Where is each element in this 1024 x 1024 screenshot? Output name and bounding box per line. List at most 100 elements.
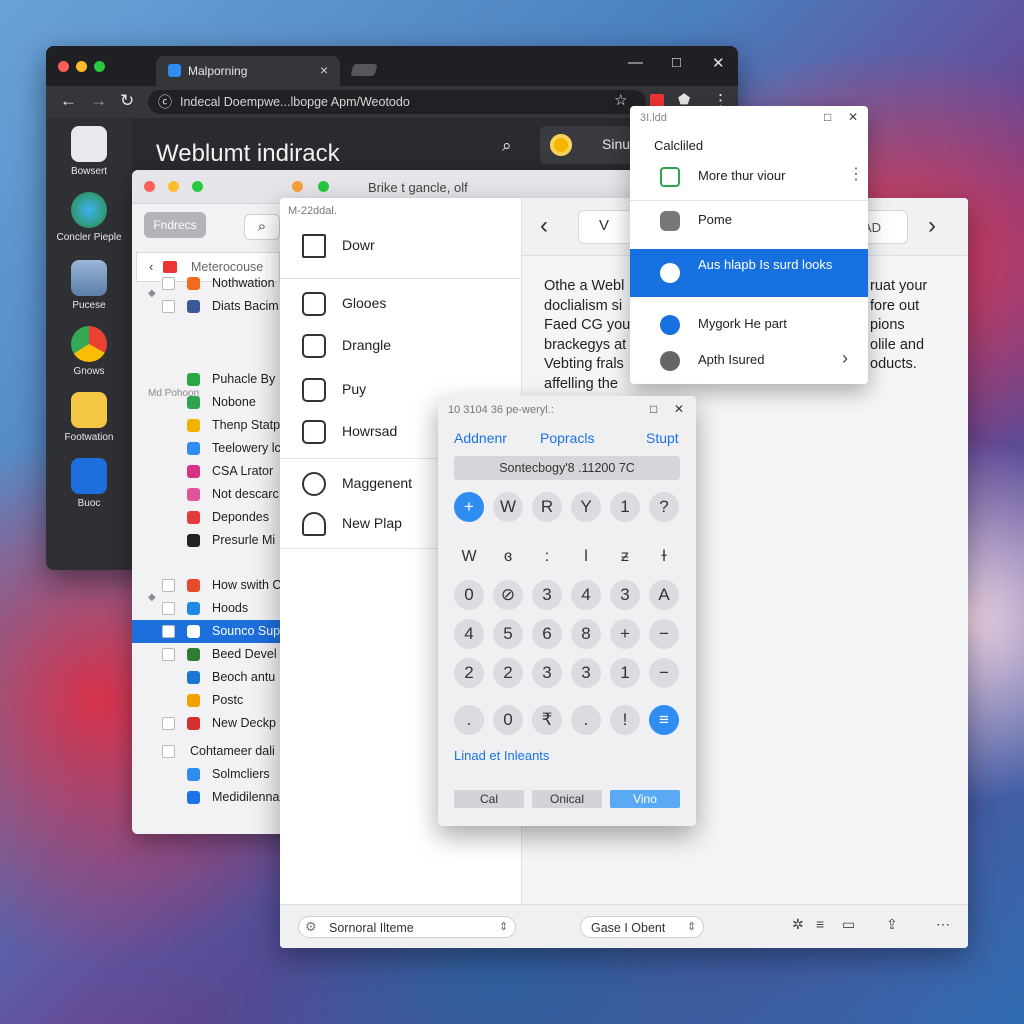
calc-key[interactable]: W (493, 492, 523, 522)
menu-item-dowr[interactable]: Dowr (280, 226, 522, 266)
context-item-pome[interactable]: Pome (630, 198, 868, 242)
search-icon[interactable]: ⌕ (502, 136, 512, 156)
close-window-button[interactable] (144, 181, 155, 192)
calc-key[interactable]: + (610, 619, 640, 649)
dock-item-gnows[interactable]: Gnows (46, 326, 132, 377)
calc-key[interactable]: 6 (532, 619, 562, 649)
zoom-window-button[interactable] (192, 181, 203, 192)
file-row[interactable]: Sounco Supp (132, 620, 287, 643)
file-row[interactable]: Nothwation (132, 272, 280, 295)
calc-key[interactable]: 8 (571, 619, 601, 649)
dock-item-bowsert[interactable]: Bowsert (46, 126, 132, 177)
file-row[interactable]: Diats Bacim (132, 295, 280, 318)
calc-key[interactable]: 1 (610, 492, 640, 522)
minimize-window-button[interactable] (168, 181, 179, 192)
new-tab-button[interactable] (350, 64, 378, 76)
back-arrow-icon[interactable]: ← (60, 91, 77, 111)
calc-key[interactable]: . (571, 705, 601, 735)
tab-popracls[interactable]: Popracls (540, 430, 594, 446)
search-icon[interactable]: ⌕ (244, 214, 280, 240)
file-row[interactable]: Medidilennaroz (132, 786, 297, 809)
file-row[interactable]: Solmcliers (132, 763, 280, 786)
tab-stupt[interactable]: Stupt (646, 430, 679, 446)
calc-key[interactable]: ⊘ (493, 580, 523, 610)
favorites-pill[interactable]: Fndrecs (144, 212, 206, 238)
calc-key[interactable]: W (454, 542, 484, 572)
calc-key[interactable]: 3 (571, 658, 601, 688)
onical-button[interactable]: Onical (532, 790, 602, 808)
minimize-window-button[interactable] (76, 61, 87, 72)
cal-button[interactable]: Cal (454, 790, 524, 808)
file-row[interactable]: New Deckp (132, 712, 280, 735)
browser-tab[interactable]: Malporning × (156, 56, 340, 86)
calc-key[interactable]: ! (610, 705, 640, 735)
kebab-icon[interactable]: ⋮ (848, 164, 864, 184)
segment-left[interactable]: V (599, 217, 609, 234)
calc-key[interactable]: 3 (532, 580, 562, 610)
forward-arrow-icon[interactable]: → (90, 91, 107, 111)
file-row[interactable]: Not descarc (132, 483, 280, 506)
calc-key[interactable]: R (532, 492, 562, 522)
chevron-right-icon[interactable]: › (928, 212, 936, 240)
calc-key[interactable]: 2 (493, 658, 523, 688)
maximize-icon[interactable]: □ (650, 402, 657, 416)
theme-select[interactable]: ⚙ Sornoral Ilteme ⇕ (298, 916, 516, 938)
context-item-apth[interactable]: Apth Isured › (630, 338, 868, 382)
close-icon[interactable]: ✕ (848, 110, 858, 124)
dock-item-pucese[interactable]: Pucese (46, 260, 132, 311)
row-checkbox[interactable] (162, 579, 175, 592)
calc-key[interactable]: 2 (454, 658, 484, 688)
calc-key[interactable]: − (649, 658, 679, 688)
calc-key[interactable]: 3 (532, 658, 562, 688)
vino-button[interactable]: Vino (610, 790, 680, 808)
maximize-icon[interactable]: □ (672, 54, 681, 71)
menu-item-glooes[interactable]: Glooes (280, 284, 522, 324)
calc-key[interactable]: 0 (493, 705, 523, 735)
calc-key[interactable]: ƶ (610, 542, 640, 572)
minimize-icon[interactable]: — (628, 54, 643, 71)
context-item-more[interactable]: More thur viour ⋮ (630, 154, 868, 198)
dock-item-footwation[interactable]: Footwation (46, 392, 132, 443)
reload-icon[interactable]: ↻ (120, 91, 134, 111)
close-icon[interactable]: ✕ (674, 402, 684, 416)
object-select[interactable]: Gase I Obent ⇕ (580, 916, 704, 938)
calculator-link[interactable]: Linad et Inleants (454, 748, 549, 763)
calc-key[interactable]: − (649, 619, 679, 649)
calc-key[interactable]: ₹ (532, 705, 562, 735)
file-row[interactable]: Teelowery lc (132, 437, 281, 460)
calc-key[interactable]: ? (649, 492, 679, 522)
row-checkbox[interactable] (162, 745, 175, 758)
file-row[interactable]: Thenp Statp (132, 414, 280, 437)
context-item-active[interactable]: Aus hlapb Is surd looks (630, 249, 868, 297)
zoom-window-button[interactable] (94, 61, 105, 72)
calc-key[interactable]: Y (571, 492, 601, 522)
row-checkbox[interactable] (162, 625, 175, 638)
calc-key[interactable]: ≡ (649, 705, 679, 735)
calc-key[interactable]: 3 (610, 580, 640, 610)
calc-key[interactable]: ɞ (493, 542, 523, 572)
calc-key[interactable]: 1 (610, 658, 640, 688)
sparkle-icon[interactable]: ✲ (792, 916, 804, 933)
site-info-icon[interactable]: ⓒ (158, 92, 172, 112)
bookmark-star-icon[interactable]: ☆ (614, 91, 627, 109)
calc-key[interactable]: : (532, 542, 562, 572)
row-checkbox[interactable] (162, 300, 175, 313)
tab-close-icon[interactable]: × (320, 62, 328, 78)
dock-item-concler-pieple[interactable]: Concler Pieple (46, 192, 132, 243)
file-row[interactable]: Beed Devel (132, 643, 280, 666)
calc-key[interactable]: . (454, 705, 484, 735)
list-icon[interactable]: ≡ (816, 916, 824, 932)
folder-icon[interactable]: ▭ (842, 916, 855, 933)
file-row[interactable]: Beoch antu (132, 666, 280, 689)
calc-key[interactable]: 4 (454, 619, 484, 649)
file-row[interactable]: CSA Lrator (132, 460, 280, 483)
calc-key[interactable]: ɫ (649, 542, 679, 572)
row-checkbox[interactable] (162, 602, 175, 615)
file-row[interactable]: Presurle Mi (132, 529, 280, 552)
maximize-icon[interactable]: □ (824, 110, 831, 124)
tab-addnenr[interactable]: Addnenr (454, 430, 507, 446)
calc-key[interactable]: 4 (571, 580, 601, 610)
calc-key[interactable]: 5 (493, 619, 523, 649)
chevron-left-icon[interactable]: ‹ (540, 212, 548, 240)
calc-key[interactable]: l (571, 542, 601, 572)
